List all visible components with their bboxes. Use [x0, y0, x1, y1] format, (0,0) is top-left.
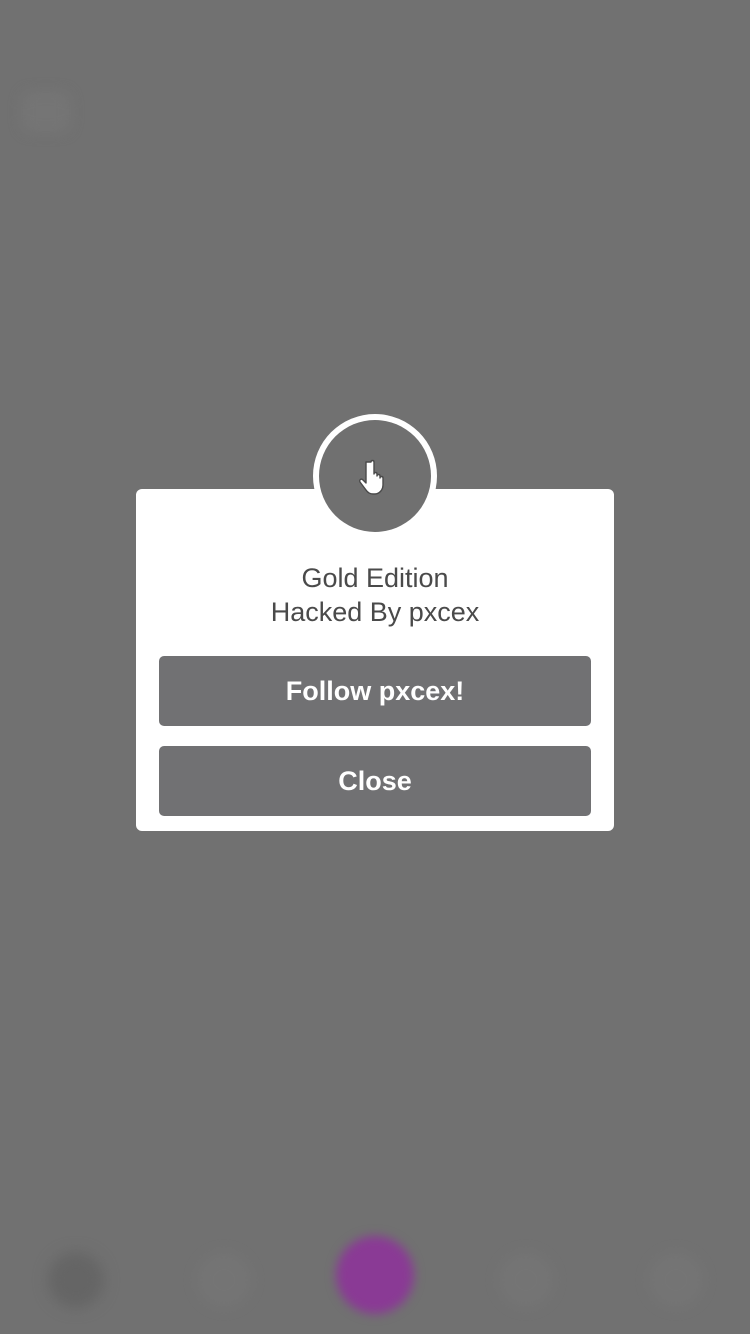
badge-circle	[319, 420, 431, 532]
profile-icon[interactable]	[648, 1252, 704, 1308]
close-button[interactable]: Close	[159, 746, 591, 816]
bottom-tab-bar	[0, 1224, 750, 1334]
home-icon[interactable]	[48, 1252, 104, 1308]
hand-pointer-icon	[359, 459, 384, 495]
search-icon[interactable]	[196, 1252, 252, 1308]
camera-icon[interactable]	[336, 1236, 414, 1314]
alert-dialog: Gold Edition Hacked By pxcex Follow pxce…	[136, 489, 614, 831]
dialog-title-line2: Hacked By pxcex	[270, 597, 480, 627]
dialog-title-line1: Gold Edition	[301, 563, 449, 593]
heart-icon[interactable]	[498, 1252, 554, 1308]
follow-button[interactable]: Follow pxcex!	[159, 656, 591, 726]
back-icon	[22, 92, 70, 132]
dialog-title: Gold Edition Hacked By pxcex	[136, 561, 614, 629]
dialog-badge	[313, 414, 437, 538]
